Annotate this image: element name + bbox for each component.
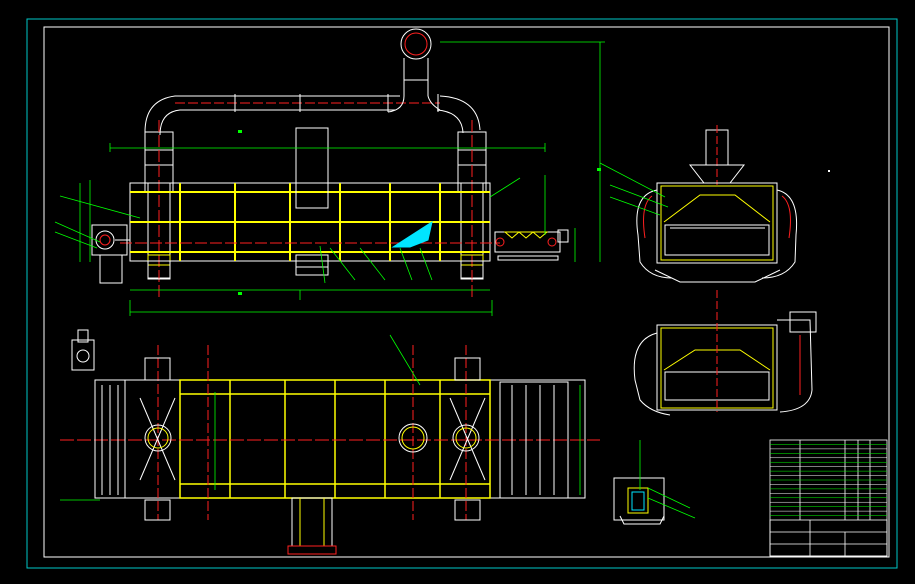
detail-section	[613, 440, 696, 525]
support-legs	[99, 254, 484, 284]
side-section-lower	[633, 290, 817, 416]
front-elevation	[54, 28, 605, 316]
left-fan-unit	[91, 224, 130, 256]
front-dimensions	[54, 41, 605, 316]
drawing-canvas	[26, 18, 898, 569]
cad-drawing	[0, 0, 915, 584]
left-vertical-duct	[144, 120, 174, 300]
right-vertical-duct	[457, 120, 487, 300]
top-manifold-pipe	[144, 28, 481, 136]
title-block-rows	[770, 444, 887, 516]
main-chamber	[120, 127, 500, 268]
plan-body	[60, 329, 600, 555]
side-section-upper	[599, 125, 798, 283]
annotation-marks	[238, 130, 830, 295]
title-block	[769, 439, 888, 557]
plan-view	[60, 329, 600, 555]
right-conveyor	[494, 229, 569, 261]
plan-dimensions	[60, 334, 581, 501]
